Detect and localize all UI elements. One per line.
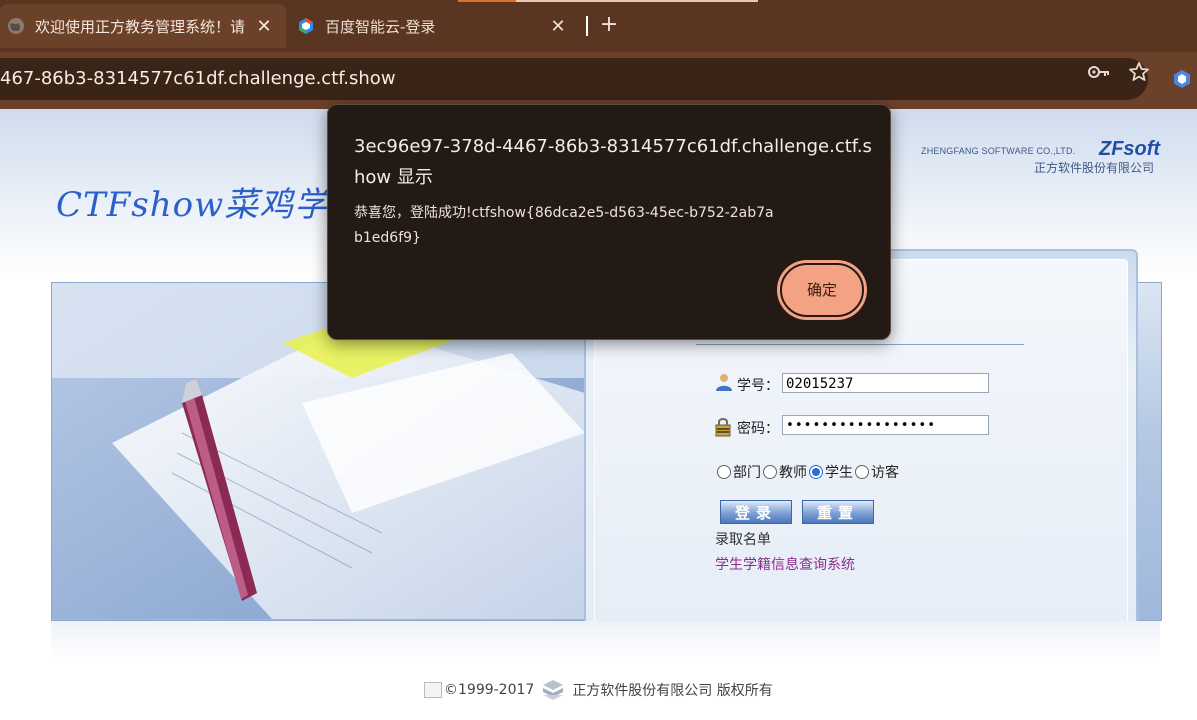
alert-dialog: 3ec96e97-378d-4467-86b3-8314577c61df.cha… [327, 104, 891, 340]
tab-close-icon[interactable]: ✕ [546, 16, 570, 37]
admission-list-link[interactable]: 录取名单 [715, 529, 771, 549]
banner-reflection [51, 621, 1160, 661]
tab-close-icon[interactable]: ✕ [252, 16, 276, 37]
role-label: 教师 [779, 465, 807, 481]
dialog-title: 3ec96e97-378d-4467-86b3-8314577c61df.cha… [354, 136, 872, 188]
globe-icon [8, 18, 24, 34]
role-radio-student[interactable] [809, 465, 823, 479]
tab-strip: 欢迎使用正方教务管理系统！请 ✕ 百度智能云-登录 ✕ + [0, 0, 1197, 52]
panel-divider [696, 344, 1024, 345]
role-selector: 部门 教师 学生 访客 [717, 462, 901, 482]
student-status-link[interactable]: 学生学籍信息查询系统 [715, 554, 855, 574]
reset-button[interactable]: 重置 [802, 500, 874, 524]
tab-separator [586, 16, 588, 36]
zhengfang-logo-icon [543, 680, 564, 700]
tab-title: 百度智能云-登录 [325, 17, 436, 36]
password-input[interactable]: ••••••••••••••••• [782, 415, 989, 435]
site-logo: CTFshow菜鸡学 [56, 185, 330, 225]
zfsoft-logo: ZFsoft [1099, 138, 1161, 160]
footer-copyright: ©1999-2017 [444, 682, 535, 698]
role-radio-department[interactable] [717, 465, 731, 479]
footer: ©1999-2017 正方软件股份有限公司 版权所有 [424, 679, 773, 701]
role-label: 访客 [871, 465, 899, 481]
role-radio-visitor[interactable] [855, 465, 869, 479]
tab-title: 欢迎使用正方教务管理系统！请 [35, 17, 246, 36]
address-bar[interactable]: 467-86b3-8314577c61df.challenge.ctf.show [0, 58, 1148, 100]
tab-zhengfang[interactable]: 欢迎使用正方教务管理系统！请 ✕ [0, 4, 286, 48]
brand-english-name: ZHENGFANG SOFTWARE CO.,LTD. [921, 146, 1076, 156]
password-key-icon[interactable] [1087, 63, 1111, 81]
dialog-ok-button[interactable]: 确定 [780, 263, 864, 317]
role-label: 部门 [733, 465, 761, 481]
role-radio-teacher[interactable] [763, 465, 777, 479]
brand-chinese-name: 正方软件股份有限公司 [1034, 161, 1155, 175]
baidu-cloud-icon [299, 18, 313, 34]
new-tab-button[interactable]: + [597, 10, 621, 40]
browser-toolbar: 467-86b3-8314577c61df.challenge.ctf.show [0, 52, 1197, 109]
broken-image-icon [424, 682, 442, 698]
login-button[interactable]: 登录 [720, 500, 792, 524]
user-icon [716, 374, 732, 391]
extension-icon[interactable] [1172, 69, 1192, 89]
footer-company: 正方软件股份有限公司 版权所有 [572, 683, 773, 699]
url-text[interactable]: 467-86b3-8314577c61df.challenge.ctf.show [0, 68, 396, 89]
dialog-message: 恭喜您，登陆成功!ctfshow{86dca2e5-d563-45ec-b752… [354, 205, 774, 246]
student-id-label: 学号： [737, 378, 779, 394]
tab-strip-accent [458, 0, 516, 2]
lock-icon [715, 418, 731, 437]
bookmark-star-icon[interactable] [1128, 61, 1150, 83]
role-label: 学生 [825, 465, 853, 481]
password-label: 密码： [737, 421, 779, 437]
tab-baidu-cloud[interactable]: 百度智能云-登录 ✕ [290, 4, 580, 48]
student-id-input[interactable]: 02015237 [782, 373, 989, 393]
